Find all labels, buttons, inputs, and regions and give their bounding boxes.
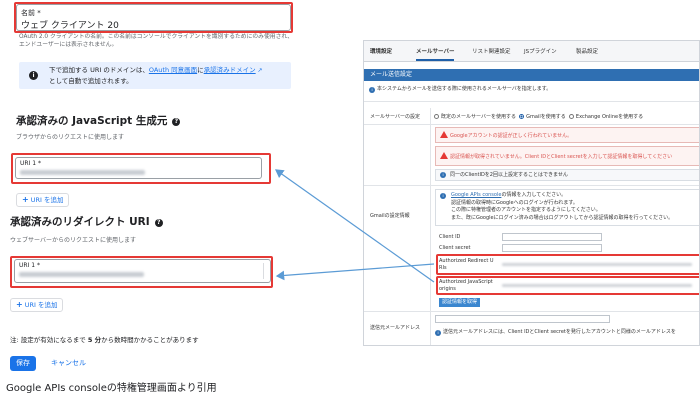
- plus-icon: +: [22, 195, 29, 204]
- mail-server-radio-group: 既定のメールサーバーを使用する Gmailを使用する Exchange Onli…: [434, 114, 643, 121]
- settings-tab-bar: 環境設定 メールサーバー リスト関連設定 JSプラグイン 製品設定: [364, 41, 699, 62]
- tab-environment[interactable]: 環境設定: [370, 47, 392, 55]
- google-apis-console-link[interactable]: Google APIs console: [451, 192, 501, 198]
- redirect-highlight-frame: [10, 256, 273, 288]
- section-header: メール送信設定: [364, 69, 699, 81]
- add-redirect-uri-button[interactable]: + URI を追加: [10, 298, 64, 312]
- client-secret-label: Client secret: [439, 245, 471, 251]
- client-secret-input[interactable]: [502, 244, 602, 252]
- row-divider: [364, 185, 699, 186]
- client-id-label: Client ID: [439, 234, 461, 240]
- figure-caption: Google APIs consoleの特権管理画面より引用: [6, 383, 217, 394]
- description: i 本システムからメールを送信する際に使用されるメールサーバを指定します。: [369, 86, 551, 93]
- authorized-domains-link[interactable]: 承認済みドメイン: [204, 66, 256, 74]
- name-highlight-frame: [14, 2, 293, 33]
- cancel-button[interactable]: キャンセル: [51, 356, 86, 371]
- warning-no-credentials: 認証情報が取得されていません。Client IDとClient secretを入…: [435, 146, 699, 166]
- gmail-intro-text: Google APIs consoleの情報を入力してください。 認証情報の取得…: [451, 192, 674, 221]
- radio-default-server-control[interactable]: [434, 114, 439, 119]
- help-icon[interactable]: ?: [154, 219, 163, 227]
- tab-product-settings[interactable]: 製品設定: [576, 47, 598, 55]
- row-divider: [364, 124, 699, 125]
- info-icon: i: [29, 71, 38, 80]
- help-icon[interactable]: ?: [172, 118, 181, 126]
- row-divider: [364, 101, 699, 102]
- plus-icon: +: [16, 300, 23, 309]
- external-link-icon: ↗: [255, 67, 263, 74]
- domain-info-text: 下で追加する URI のドメインは、OAuth 同意画面に承認済みドメイン ↗ …: [49, 66, 263, 85]
- row-divider: [364, 311, 699, 312]
- add-js-origin-button[interactable]: + URI を追加: [16, 193, 70, 207]
- right-redirect-highlight-frame: [436, 254, 699, 275]
- tab-js-plugin[interactable]: JSプラグイン: [524, 47, 557, 55]
- oauth-consent-link[interactable]: OAuth 同意画面: [149, 66, 197, 74]
- info-icon: i: [440, 172, 446, 178]
- gmail-intro-box: i Google APIs consoleの情報を入力してください。 認証情報の…: [435, 189, 699, 226]
- radio-default-server[interactable]: 既定のメールサーバーを使用する: [434, 114, 516, 120]
- warning-icon: [440, 152, 448, 159]
- sender-address-note: i 送信元メールアドレスには、Client IDとClient secretを発行…: [435, 329, 676, 336]
- radio-gmail[interactable]: Gmailを使用する: [519, 114, 566, 120]
- name-help-text: OAuth 2.0 クライアントの名前。この名前はコンソールでクライアントを識別…: [19, 34, 294, 48]
- warning-auth-failed: Googleアカウントの認証が正しく行われていません。: [435, 127, 699, 143]
- js-origins-title: 承認済みの JavaScript 生成元?: [16, 113, 181, 128]
- get-credentials-button[interactable]: 認証情報を取得: [439, 298, 481, 307]
- propagation-note: 注: 設定が有効になるまで 5 分から数時間かかることがあります: [10, 336, 199, 344]
- google-console-panel: 名前 * ウェブ クライアント 20 OAuth 2.0 クライアントの名前。こ…: [0, 0, 297, 378]
- sender-address-label: 送信元メールアドレス: [370, 325, 421, 331]
- js-origins-help: ブラウザからのリクエストに使用します: [16, 134, 125, 141]
- right-origins-highlight-frame: [436, 276, 699, 295]
- radio-exchange-control[interactable]: [568, 114, 574, 119]
- redirect-uris-title: 承認済みのリダイレクト URI?: [10, 214, 163, 229]
- tab-mail-server[interactable]: メールサーバー: [416, 47, 455, 61]
- warning-icon: [440, 131, 448, 138]
- radio-gmail-control[interactable]: [519, 114, 525, 119]
- info-icon: i: [369, 87, 375, 93]
- gmail-settings-label: Gmailの設定情報: [370, 213, 410, 219]
- client-id-notice: i 同一のClientIDを2回以上設定することはできません: [435, 169, 699, 181]
- redirect-uris-help: ウェブサーバーからのリクエストに使用します: [10, 237, 136, 244]
- info-icon: i: [435, 330, 441, 336]
- client-id-input[interactable]: [502, 233, 602, 241]
- js-origin-highlight-frame: [11, 153, 271, 184]
- tab-list-settings[interactable]: リスト関連設定: [472, 47, 511, 55]
- save-button[interactable]: 保存: [10, 356, 36, 371]
- domain-info-box: i 下で追加する URI のドメインは、OAuth 同意画面に承認済みドメイン …: [19, 62, 291, 89]
- radio-exchange-online[interactable]: Exchange Onlineを使用する: [568, 114, 643, 120]
- info-icon: i: [440, 193, 446, 199]
- sender-address-input[interactable]: [435, 315, 610, 323]
- mail-server-label: メールサーバーの設定: [370, 114, 420, 120]
- mail-settings-panel: 環境設定 メールサーバー リスト関連設定 JSプラグイン 製品設定 メール送信設…: [363, 40, 700, 346]
